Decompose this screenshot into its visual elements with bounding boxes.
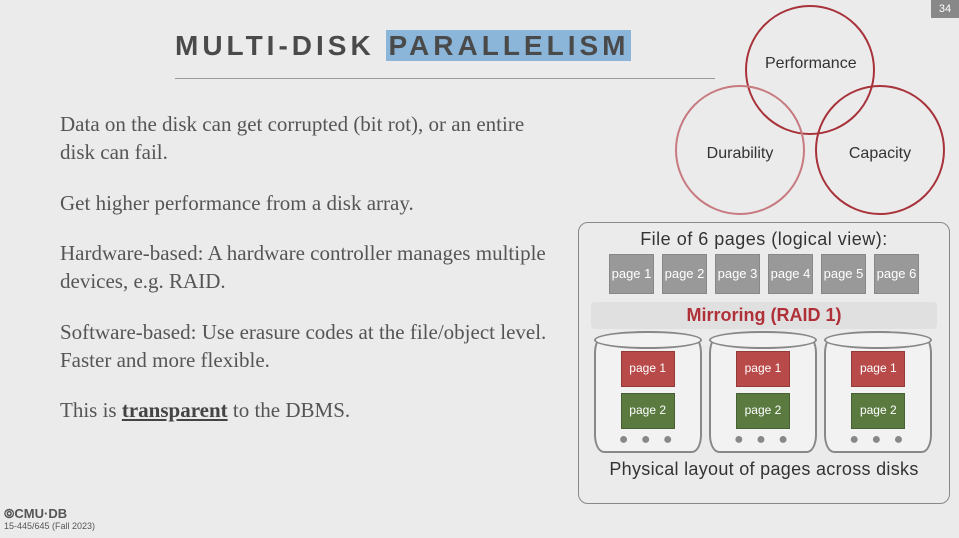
disk-slot: page 1 (621, 351, 675, 387)
disk-dots: ● ● ● (711, 431, 815, 449)
disk-2: page 1 page 2 ● ● ● (709, 335, 819, 453)
title-prefix: MULTI-DISK (175, 30, 386, 61)
slide-title: MULTI-DISK PARALLELISM (175, 30, 631, 62)
mirroring-label: Mirroring (RAID 1) (591, 302, 937, 329)
disk-dots: ● ● ● (826, 431, 930, 449)
title-highlight: PARALLELISM (386, 30, 631, 61)
disks-row: page 1 page 2 ● ● ● page 1 page 2 ● ● ● … (591, 335, 937, 453)
disk-3: page 1 page 2 ● ● ● (824, 335, 934, 453)
para-3: Hardware-based: A hardware controller ma… (60, 239, 550, 296)
disk-top-icon (594, 331, 702, 349)
disk-top-icon (709, 331, 817, 349)
venn-label-durability: Durability (690, 145, 790, 163)
logical-view-title: File of 6 pages (logical view): (587, 229, 941, 250)
para-5: This is transparent to the DBMS. (60, 396, 550, 424)
para-5-pre: This is (60, 398, 122, 422)
para-1: Data on the disk can get corrupted (bit … (60, 110, 550, 167)
slide-number: 34 (931, 0, 959, 18)
disk-slot: page 2 (736, 393, 790, 429)
venn-diagram: Performance Durability Capacity (655, 5, 935, 215)
raid-diagram: File of 6 pages (logical view): page 1 p… (578, 222, 950, 504)
logical-page: page 3 (715, 254, 760, 294)
logical-page: page 5 (821, 254, 866, 294)
para-5-emph: transparent (122, 398, 228, 422)
body-text: Data on the disk can get corrupted (bit … (60, 110, 550, 447)
footer-logo: ⦾CMU·DB (4, 506, 95, 522)
disk-dots: ● ● ● (596, 431, 700, 449)
disk-slot: page 1 (851, 351, 905, 387)
footer: ⦾CMU·DB 15-445/645 (Fall 2023) (4, 506, 95, 532)
logical-page: page 1 (609, 254, 654, 294)
disk-top-icon (824, 331, 932, 349)
disk-1: page 1 page 2 ● ● ● (594, 335, 704, 453)
disk-slot: page 2 (621, 393, 675, 429)
disk-slot: page 1 (736, 351, 790, 387)
venn-label-capacity: Capacity (835, 145, 925, 163)
logical-page: page 2 (662, 254, 707, 294)
venn-label-performance: Performance (765, 55, 855, 73)
footer-course: 15-445/645 (Fall 2023) (4, 521, 95, 532)
logical-pages-row: page 1 page 2 page 3 page 4 page 5 page … (587, 254, 941, 294)
logical-page: page 6 (874, 254, 919, 294)
para-5-post: to the DBMS. (228, 398, 351, 422)
para-4: Software-based: Use erasure codes at the… (60, 318, 550, 375)
para-2: Get higher performance from a disk array… (60, 189, 550, 217)
disk-slot: page 2 (851, 393, 905, 429)
physical-layout-title: Physical layout of pages across disks (587, 459, 941, 480)
title-rule (175, 78, 715, 79)
logical-page: page 4 (768, 254, 813, 294)
